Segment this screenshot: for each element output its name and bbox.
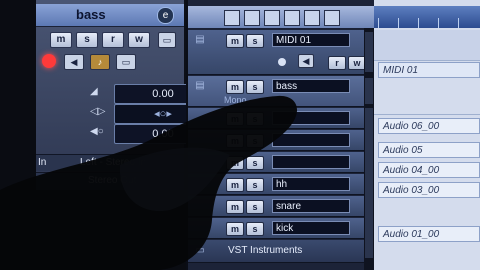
clip-audio-04[interactable]: Audio 04_00 [378,162,480,178]
track-sub-label: Mono [224,95,247,105]
track-solo-button[interactable]: s [246,200,264,214]
track-list: ▤ m s MIDI 01 ◀ r w ▤ m s bass Mono m s … [186,0,376,270]
track-row[interactable]: m s [188,130,376,151]
lane [374,30,480,61]
track-name-field[interactable]: bass [272,79,350,93]
strip-segment [365,32,373,72]
track-mute-button[interactable]: m [226,200,244,214]
monitor-icon[interactable]: ◀ [298,54,314,68]
toolbar-icon-4[interactable] [284,10,300,26]
track-row[interactable]: m s [188,152,376,173]
solo-button[interactable]: s [76,32,98,48]
ruler-tick [438,18,439,28]
lane [374,80,480,115]
track-mute-button[interactable]: m [226,80,244,94]
inspector-header[interactable]: bass e [36,4,184,27]
input-routing-value: Left - Stereo In [80,157,147,168]
inspector-record-row: ◀ ♪ ▭ [42,54,190,72]
ruler-tick [398,18,399,28]
clip-midi-01[interactable]: MIDI 01 [378,62,480,78]
settings-icon[interactable]: ▭ [158,32,176,48]
record-icon[interactable] [42,54,56,68]
inspector-buttons: m s r w ▭ [50,32,190,50]
track-name-field[interactable]: MIDI 01 [272,33,350,47]
edit-icon[interactable]: e [157,7,174,24]
monitor-icon[interactable]: ◀ [64,54,84,70]
track-mute-button[interactable]: m [226,178,244,192]
track-row[interactable]: m s [188,108,376,129]
track-name-field[interactable] [272,155,350,169]
track-solo-button[interactable]: s [246,222,264,236]
toolbar-icon-2[interactable] [244,10,260,26]
track-folder[interactable]: ▭ VST Instruments [188,240,376,263]
output-routing-value: Stereo Out [88,175,137,186]
note-icon[interactable]: ♪ [90,54,110,70]
track-grip-icon: ▤ [195,80,205,91]
track-name-field[interactable]: snare [272,199,350,213]
strip-segment [365,108,373,258]
track-mute-button[interactable]: m [226,156,244,170]
track-name-field[interactable] [272,133,350,147]
folder-icon: ▭ [195,245,205,256]
track-mute-button[interactable]: m [226,134,244,148]
track-mute-button[interactable]: m [226,112,244,126]
track-mute-button[interactable]: m [226,222,244,236]
toolbar-icon-1[interactable] [224,10,240,26]
input-routing-row[interactable]: In Left - Stereo In [36,154,184,171]
timeline-ruler[interactable] [374,6,480,28]
freeze-icon[interactable]: ▭ [116,54,136,70]
clip-audio-05[interactable]: Audio 05 [378,142,480,158]
ruler-tick [378,18,379,28]
toolbar-icon-3[interactable] [264,10,280,26]
track-solo-button[interactable]: s [246,34,264,48]
track-scroll-strip[interactable] [364,28,374,270]
clip-audio-01[interactable]: Audio 01_00 [378,226,480,242]
output-routing-row[interactable]: Stereo Out [36,172,184,189]
pan-icon: ◁▷ [90,106,106,117]
track-mute-button[interactable]: m [226,34,244,48]
read-button[interactable]: r [102,32,124,48]
track-list-toolbar [188,6,376,29]
track-solo-button[interactable]: s [246,80,264,94]
track-name-field[interactable] [272,111,350,125]
track-bass[interactable]: ▤ m s bass Mono [188,76,376,107]
track-kick[interactable]: m s kick [188,218,376,239]
track-solo-button[interactable]: s [246,112,264,126]
mute-button[interactable]: m [50,32,72,48]
track-grip-icon: ▤ [195,34,205,45]
input-label: In [38,157,47,168]
ruler-tick [458,18,459,28]
track-solo-button[interactable]: s [246,178,264,192]
volume-icon: ◢ [90,86,98,97]
track-name-field[interactable]: kick [272,221,350,235]
strip-segment [365,78,373,104]
record-icon[interactable] [278,58,286,66]
ruler-tick [418,18,419,28]
arrange-area: MIDI 01 Audio 06_00 Audio 05 Audio 04_00… [374,0,480,270]
track-snare[interactable]: m s snare [188,196,376,217]
pan-handle-icon: ◂○▸ [154,108,172,120]
track-solo-button[interactable]: s [246,156,264,170]
clip-audio-06[interactable]: Audio 06_00 [378,118,480,134]
track-solo-button[interactable]: s [246,134,264,148]
toolbar-icon-6[interactable] [324,10,340,26]
track-name-field[interactable]: hh [272,177,350,191]
toolbar-icon-5[interactable] [304,10,320,26]
write-button[interactable]: w [128,32,150,48]
track-midi-01[interactable]: ▤ m s MIDI 01 ◀ r w [188,30,376,75]
folder-track-name: VST Instruments [228,245,303,256]
clip-audio-03[interactable]: Audio 03_00 [378,182,480,198]
track-hh[interactable]: m s hh [188,174,376,195]
delay-icon: ◀○ [90,126,104,137]
inspector-track-name: bass [76,7,106,22]
track-read-button[interactable]: r [328,56,346,70]
